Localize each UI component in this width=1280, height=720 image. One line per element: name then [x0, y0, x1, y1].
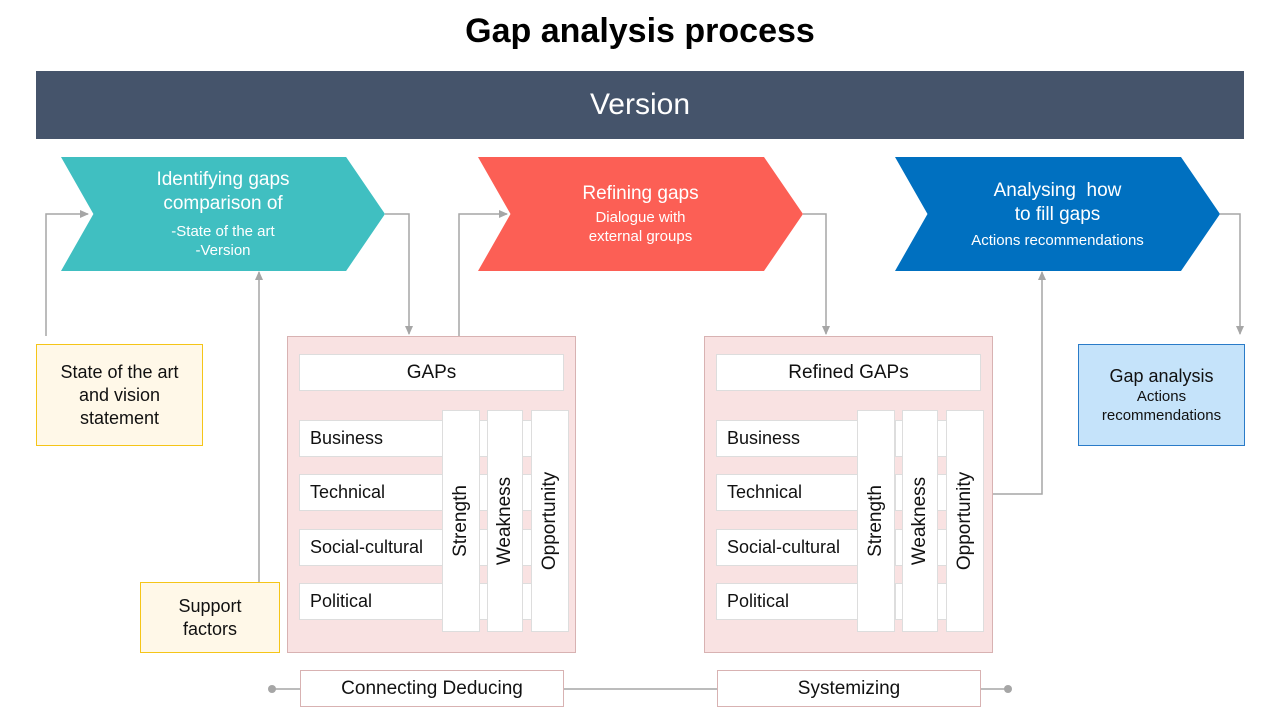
stage-line: -Version	[195, 242, 251, 259]
column-label: Strength	[450, 485, 472, 557]
note-state-of-the-art: State of the art and vision statement	[36, 344, 203, 446]
panel-header: GAPs	[299, 354, 564, 391]
stage-title: Refining gaps	[582, 183, 699, 204]
note-text: State of the art and vision statement	[60, 361, 179, 428]
step-label: Connecting Deducing	[341, 677, 523, 699]
note-text: Support factors	[178, 595, 242, 639]
column-label: Strength	[865, 485, 887, 557]
connector-identify-to-gaps	[385, 213, 413, 335]
panel-refined-gaps: Refined GAPs Business Technical Social-c…	[704, 336, 993, 653]
stage-line: -State of the art	[171, 223, 275, 240]
connector-analyse-to-result	[1220, 213, 1244, 335]
connector-state-to-identify	[45, 210, 89, 336]
step-label: Systemizing	[797, 677, 901, 699]
column-label: Weakness	[494, 476, 516, 566]
panel-gaps: GAPs Business Technical Social-cultural …	[287, 336, 576, 653]
column-label: Opportunity	[539, 471, 561, 571]
column-opportunity: Opportunity	[531, 410, 569, 632]
note-support-factors: Support factors	[140, 582, 280, 653]
stage-title: Identifying gaps comparison of	[156, 169, 290, 214]
column-weakness: Weakness	[902, 410, 938, 632]
column-weakness: Weakness	[487, 410, 523, 632]
stage-line: Dialogue with	[595, 209, 686, 226]
stage-line: Actions recommendations	[971, 231, 1144, 249]
step-connecting-deducing: Connecting Deducing	[300, 670, 564, 707]
note-sub: Actions recommendations	[1101, 387, 1222, 424]
stage-title-line2: to fill gaps	[1014, 203, 1101, 225]
stage-refining-gaps: Refining gaps Dialogue with external gro…	[478, 157, 803, 271]
connector-refined-to-analyse	[993, 271, 1046, 495]
stage-title-line1: Analysing how	[993, 179, 1122, 201]
stage-analysing: Analysing how to fill gaps Actions recom…	[895, 157, 1220, 271]
stage-line: external groups	[588, 228, 693, 245]
note-title: Gap analysis	[1109, 365, 1214, 386]
column-strength: Strength	[857, 410, 895, 632]
connector-gaps-to-refine	[458, 210, 508, 336]
note-gap-analysis: Gap analysis Actions recommendations	[1078, 344, 1245, 446]
column-opportunity: Opportunity	[946, 410, 984, 632]
column-strength: Strength	[442, 410, 480, 632]
panel-header: Refined GAPs	[716, 354, 981, 391]
step-systemizing: Systemizing	[717, 670, 981, 707]
column-label: Opportunity	[954, 471, 976, 571]
timeline-end-dot	[1004, 685, 1012, 693]
stage-identifying-gaps: Identifying gaps comparison of -State of…	[61, 157, 385, 271]
connector-refine-to-refined	[803, 213, 830, 335]
column-label: Weakness	[909, 476, 931, 566]
timeline-start-dot	[268, 685, 276, 693]
